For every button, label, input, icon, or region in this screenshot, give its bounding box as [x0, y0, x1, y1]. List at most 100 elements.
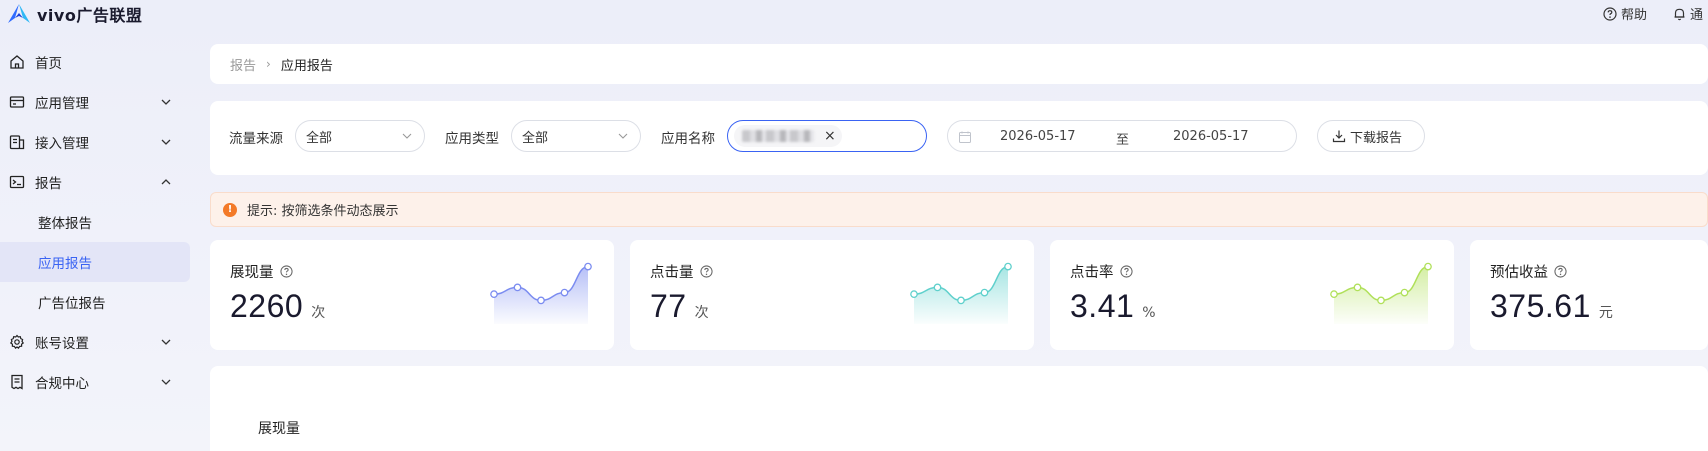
impressions-sparkline: [490, 262, 592, 324]
help-icon: [1603, 6, 1617, 21]
bell-icon: [1674, 8, 1685, 20]
stat-value: 375.61: [1490, 288, 1591, 324]
sparkline-point: [490, 290, 498, 299]
chevron-down-icon: [161, 99, 171, 105]
sidebar-item-app-management[interactable]: 应用管理: [0, 82, 190, 122]
sidebar-item-report[interactable]: 报告: [0, 162, 190, 202]
chevron-down-icon: [161, 379, 171, 385]
sparkline-point: [1424, 262, 1432, 271]
sparkline-area: [914, 266, 1008, 324]
sparkline-point: [910, 290, 918, 299]
stat-card-ctr[interactable]: 点击率 3.41 %: [1050, 240, 1454, 350]
app-card-icon: [9, 96, 25, 108]
chevron-down-icon: [618, 133, 628, 139]
chart-section: 展现量: [210, 366, 1708, 451]
chevron-down-icon: [402, 133, 412, 139]
sparkline-point: [1353, 283, 1362, 292]
sparkline-point: [1330, 290, 1338, 299]
calendar-icon: [959, 131, 971, 143]
ctr-sparkline: [1330, 262, 1432, 324]
notification-label: 通: [1690, 8, 1704, 23]
stat-unit: 元: [1598, 305, 1613, 321]
app-type-select[interactable]: 全部: [511, 120, 641, 152]
sidebar-item-label: 首页: [35, 56, 62, 72]
help-icon[interactable]: [699, 265, 713, 278]
access-icon: [9, 135, 25, 150]
download-icon: [1332, 130, 1346, 143]
sparkline-point: [537, 296, 545, 305]
help-icon[interactable]: [1119, 265, 1133, 278]
breadcrumb: 报告 › 应用报告: [210, 44, 1708, 84]
sparkline-point: [957, 296, 965, 305]
notification-link[interactable]: 通: [1673, 4, 1703, 23]
stat-value: 77: [650, 288, 687, 324]
sparkline-point: [1400, 288, 1409, 297]
notice-banner: ! 提示: 按筛选条件动态展示: [210, 192, 1708, 227]
breadcrumb-parent[interactable]: 报告: [230, 55, 256, 74]
help-link[interactable]: 帮助: [1603, 4, 1647, 23]
app-name-select[interactable]: ×: [727, 120, 927, 152]
breadcrumb-separator-icon: ›: [266, 57, 271, 71]
sparkline-point: [933, 283, 942, 292]
traffic-source-value: 全部: [306, 130, 333, 146]
help-icon[interactable]: [1554, 265, 1567, 278]
stat-card-clicks[interactable]: 点击量 77 次: [630, 240, 1034, 350]
stat-title: 点击量: [650, 265, 694, 281]
stat-value: 2260: [230, 288, 304, 324]
sidebar-item-compliance[interactable]: 合规中心: [0, 362, 190, 402]
sparkline-point: [584, 262, 592, 271]
sidebar-item-label: 报告: [35, 176, 62, 192]
app-name-tag: ×: [734, 125, 842, 147]
sparkline-point: [1004, 262, 1012, 271]
logo[interactable]: vivo广告联盟: [6, 2, 142, 26]
sidebar-item-label: 应用管理: [35, 96, 89, 112]
sidebar-item-label: 账号设置: [35, 336, 89, 352]
stat-card-revenue[interactable]: 预估收益 375.61 元: [1470, 240, 1708, 350]
gear-icon: [9, 334, 25, 349]
sidebar-item-label: 应用报告: [38, 256, 92, 272]
stat-card-impressions[interactable]: 展现量 2260 次: [210, 240, 614, 350]
stat-title: 点击率: [1070, 265, 1114, 281]
download-report-label: 下载报告: [1350, 130, 1403, 146]
sidebar-subitem-app-report[interactable]: 应用报告: [0, 242, 190, 282]
close-icon[interactable]: ×: [824, 129, 836, 143]
sidebar-item-label: 合规中心: [35, 376, 89, 392]
chevron-down-icon: [161, 339, 171, 345]
clicks-sparkline: [910, 262, 1012, 324]
compliance-icon: [11, 374, 23, 390]
date-range-picker[interactable]: 2026-05-17 至 2026-05-17: [947, 120, 1297, 152]
traffic-source-select[interactable]: 全部: [295, 120, 425, 152]
stat-unit: %: [1142, 305, 1156, 321]
help-icon[interactable]: [279, 265, 293, 278]
breadcrumb-current: 应用报告: [280, 58, 333, 74]
logo-text: vivo广告联盟: [37, 6, 143, 25]
warning-icon: !: [223, 202, 237, 217]
help-label: 帮助: [1621, 8, 1648, 23]
chevron-up-icon: [161, 179, 171, 185]
sparkline-point: [1377, 296, 1385, 305]
sidebar-subitem-overall-report[interactable]: 整体报告: [0, 202, 190, 242]
date-start[interactable]: 2026-05-17: [1000, 129, 1076, 144]
sparkline-point: [980, 288, 989, 297]
stat-unit: 次: [694, 305, 709, 321]
date-separator: 至: [1116, 133, 1130, 148]
report-icon: [9, 175, 25, 189]
app-type-label: 应用类型: [445, 131, 499, 147]
chart-section-title: 展现量: [258, 421, 300, 437]
app-name-label: 应用名称: [661, 131, 715, 147]
redacted-app-name: [742, 130, 814, 142]
stat-unit: 次: [311, 305, 326, 321]
sidebar-item-label: 整体报告: [38, 216, 92, 232]
date-end[interactable]: 2026-05-17: [1173, 129, 1249, 144]
stat-title: 展现量: [230, 265, 274, 281]
sidebar-item-label: 广告位报告: [38, 296, 106, 312]
sparkline-area: [1334, 266, 1428, 324]
sidebar-item-access-management[interactable]: 接入管理: [0, 122, 190, 162]
home-icon: [10, 55, 24, 69]
sidebar-item-account-settings[interactable]: 账号设置: [0, 322, 190, 362]
download-report-button[interactable]: 下载报告: [1317, 120, 1425, 152]
chevron-down-icon: [161, 139, 171, 145]
sparkline-area: [494, 266, 588, 324]
sidebar-item-home[interactable]: 首页: [0, 42, 190, 82]
sidebar-subitem-adslot-report[interactable]: 广告位报告: [0, 282, 190, 322]
